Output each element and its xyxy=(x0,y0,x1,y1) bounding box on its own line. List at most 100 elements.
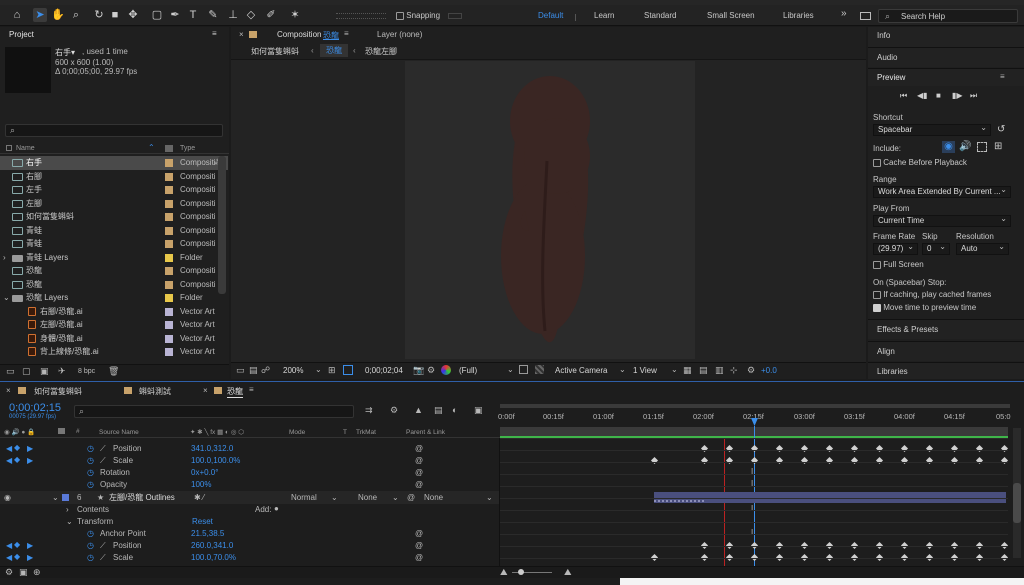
render-time-icon[interactable]: ⊕ xyxy=(33,567,41,578)
project-item[interactable]: 右腳 Compositi xyxy=(0,170,228,184)
snapping-toggle[interactable]: Snapping xyxy=(396,11,440,20)
magnification-dropdown[interactable]: 200% xyxy=(283,366,303,375)
include-video-icon[interactable]: ◉ xyxy=(942,141,955,153)
label-color-swatch[interactable] xyxy=(165,240,173,248)
snapping-checkbox[interactable] xyxy=(396,11,404,20)
pen-tool-icon[interactable]: ✒ xyxy=(168,8,182,22)
shortcut-dropdown[interactable]: Spacebar xyxy=(873,123,991,136)
color-channel-icon[interactable] xyxy=(441,365,451,375)
stamp-tool-icon[interactable]: ⊥ xyxy=(226,8,240,22)
transform-group-row[interactable]: ⌄ Transform Reset xyxy=(0,516,500,528)
exposure-value[interactable]: +0.0 xyxy=(761,366,777,375)
stopwatch-icon[interactable]: ◷ xyxy=(87,528,94,540)
stopwatch-icon[interactable]: ◷ xyxy=(87,443,94,455)
if-caching-option[interactable]: If caching, play cached frames xyxy=(873,290,991,299)
previous-keyframe-icon[interactable]: ◀ xyxy=(6,455,12,467)
stop-icon[interactable]: ■ xyxy=(936,91,941,100)
preview-panel-title[interactable]: Preview xyxy=(877,73,905,82)
type-tool-icon[interactable]: T xyxy=(186,8,200,22)
interpret-footage-icon[interactable]: ▭ xyxy=(6,366,15,377)
label-color-swatch[interactable] xyxy=(165,159,173,167)
if-caching-checkbox[interactable] xyxy=(873,290,881,299)
label-color-swatch[interactable] xyxy=(165,267,173,275)
project-item[interactable]: › 青蛙 Layers Folder xyxy=(0,251,228,265)
project-item[interactable]: 右手Compositi⁂ xyxy=(0,156,228,170)
align-options-icon[interactable] xyxy=(336,13,386,19)
resolution-dropdown[interactable]: (Full) xyxy=(459,366,477,375)
stopwatch-icon[interactable]: ◷ xyxy=(87,479,94,491)
add-keyframe-icon[interactable]: ◆ xyxy=(14,539,20,551)
always-preview-icon[interactable]: ▭ xyxy=(236,365,245,376)
timeline-current-time[interactable]: 0;00;02;15 xyxy=(9,402,61,414)
breadcrumb-item[interactable]: 恐龍左腳 xyxy=(365,46,397,57)
delete-icon[interactable]: 🗑 xyxy=(108,366,119,377)
previous-keyframe-icon[interactable]: ◀ xyxy=(6,540,12,552)
region-of-interest-icon[interactable] xyxy=(343,365,353,375)
timeline-split-divider[interactable] xyxy=(499,438,500,566)
layer-panel-tab[interactable]: Layer (none) xyxy=(377,30,422,39)
view-layout-dropdown[interactable]: 1 View xyxy=(633,366,657,375)
info-panel-title[interactable]: Info xyxy=(877,31,890,40)
panel-menu-icon[interactable]: ≡ xyxy=(344,29,349,38)
shy-layers-icon[interactable]: ▲ xyxy=(414,405,423,415)
toggle-switches-icon[interactable]: ⚙ xyxy=(5,567,13,578)
sync-settings-icon[interactable] xyxy=(860,12,871,20)
full-screen-checkbox[interactable] xyxy=(873,260,881,269)
snapping-options-icon[interactable] xyxy=(448,13,462,19)
chevron-right-icon[interactable]: › xyxy=(66,504,69,516)
panel-menu-icon[interactable]: ≡ xyxy=(1000,72,1005,81)
workspace-overflow-icon[interactable]: » xyxy=(841,8,847,19)
info-panel-header[interactable]: Info xyxy=(868,27,1024,47)
pan-behind-tool-icon[interactable]: ✥ xyxy=(126,8,140,22)
new-composition-icon[interactable]: ▣ xyxy=(40,366,49,377)
time-navigator[interactable] xyxy=(500,404,1010,408)
audio-panel-header[interactable]: Audio xyxy=(868,47,1024,67)
label-color-swatch[interactable] xyxy=(165,226,173,235)
eraser-tool-icon[interactable]: ◇ xyxy=(244,8,258,22)
property-row[interactable]: ◷ Anchor Point 21.5,38.5 @ xyxy=(0,528,500,540)
frame-rate-dropdown[interactable]: (29.97) xyxy=(873,242,918,255)
brush-tool-icon[interactable]: ✎ xyxy=(206,8,220,22)
stopwatch-icon[interactable]: ◷ xyxy=(87,467,94,479)
close-tab-icon[interactable]: × xyxy=(239,30,244,39)
stopwatch-icon[interactable]: ◷ xyxy=(87,540,94,552)
project-search-field[interactable]: ⌕ xyxy=(5,124,223,137)
current-time-display[interactable]: 0;00;02;04 xyxy=(365,366,403,375)
label-color-swatch[interactable] xyxy=(165,321,173,329)
pick-whip-icon[interactable]: @ xyxy=(415,467,423,479)
chevron-down-icon[interactable]: ⌄ xyxy=(66,516,73,528)
project-item[interactable]: 左腳 Compositi xyxy=(0,197,228,211)
project-item[interactable]: 左腳/恐龍.ai Vector Art xyxy=(0,318,228,332)
timeline-icon[interactable]: ▥ xyxy=(715,365,724,376)
project-item[interactable]: ⌄ 恐龍 Layers Folder xyxy=(0,291,228,305)
fast-previews-icon[interactable] xyxy=(519,365,528,374)
project-item[interactable]: 如何當隻蝌蚪 Compositi xyxy=(0,210,228,224)
snapshot-icon[interactable]: 📷 xyxy=(413,365,424,376)
pick-whip-icon[interactable]: @ xyxy=(407,492,415,504)
property-value[interactable]: 100.0,70.0% xyxy=(191,552,236,564)
layer-parent-dropdown[interactable]: None xyxy=(424,492,443,504)
timeline-tab-蝌蚪測試[interactable]: 蝌蚪測試 xyxy=(139,386,171,397)
workspace-libraries[interactable]: Libraries xyxy=(783,11,814,20)
column-trkmat[interactable]: TrkMat xyxy=(356,429,376,436)
workspace-small-screen[interactable]: Small Screen xyxy=(707,11,755,20)
layer-switches-icon[interactable]: ✱ ⁄ xyxy=(194,492,204,504)
transform-reset-link[interactable]: Reset xyxy=(192,516,213,528)
property-row[interactable]: ◷ Opacity 100% @ xyxy=(0,479,500,491)
pick-whip-icon[interactable]: @ xyxy=(415,528,423,540)
search-help-field[interactable]: ⌕ Search Help xyxy=(878,9,1018,23)
pick-whip-icon[interactable]: @ xyxy=(415,443,423,455)
new-folder-icon[interactable]: ▢ xyxy=(22,366,31,377)
home-icon[interactable]: ⌂ xyxy=(10,8,24,22)
preview-panel-header[interactable]: Preview ≡ xyxy=(868,68,1024,86)
mask-visibility-icon[interactable]: ☍ xyxy=(261,365,270,376)
pick-whip-icon[interactable]: @ xyxy=(415,540,423,552)
selection-tool-icon[interactable]: ➤ xyxy=(33,8,47,22)
layer-mode-dropdown[interactable]: Normal xyxy=(291,492,317,504)
stopwatch-icon[interactable]: ◷ xyxy=(87,552,94,564)
label-color-swatch[interactable] xyxy=(165,172,173,181)
property-row[interactable]: ◀ ◆ ▶ ◷ ⟋ Scale 100.0,70.0% @ xyxy=(0,552,500,564)
breadcrumb-item[interactable]: 如何當隻蝌蚪 xyxy=(251,46,299,57)
move-time-checkbox[interactable] xyxy=(873,303,881,312)
move-time-option[interactable]: Move time to preview time xyxy=(873,303,976,312)
